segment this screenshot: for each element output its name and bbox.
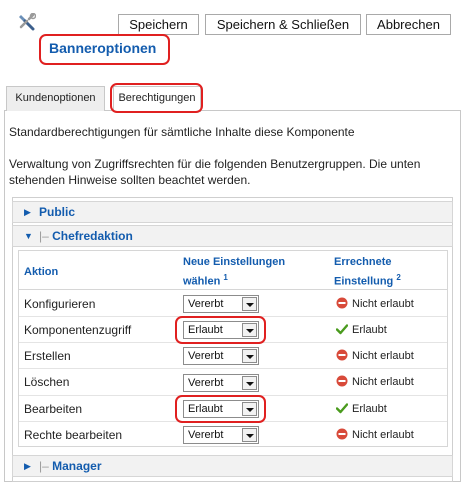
column-header-new-setting: Neue Einstellungen wählen 1 bbox=[183, 256, 286, 288]
row-action-label: Rechte bearbeiten bbox=[24, 428, 123, 442]
save-button[interactable]: Speichern bbox=[118, 14, 199, 35]
row-divider bbox=[19, 421, 447, 422]
chevron-down-icon bbox=[242, 376, 257, 390]
group-name: |– Chefredaktion bbox=[39, 229, 133, 243]
column-header-action: Aktion bbox=[24, 266, 59, 278]
group-chefredaktion[interactable]: ▼ |– Chefredaktion bbox=[12, 225, 453, 247]
row-action-label: Erstellen bbox=[24, 349, 71, 363]
expand-right-icon: ▶ bbox=[24, 207, 31, 217]
setting-select[interactable]: Vererbt bbox=[183, 426, 259, 444]
row-divider bbox=[19, 368, 447, 369]
row-divider bbox=[19, 342, 447, 343]
cancel-button[interactable]: Abbrechen bbox=[366, 14, 451, 35]
allowed-check-icon bbox=[336, 403, 348, 414]
setting-select[interactable]: Vererbt bbox=[183, 374, 259, 392]
not-allowed-icon bbox=[336, 428, 348, 440]
group-name: |– Manager bbox=[39, 459, 102, 473]
save-close-button[interactable]: Speichern & Schließen bbox=[205, 14, 361, 35]
group-manager[interactable]: ▶ |– Manager bbox=[12, 455, 453, 477]
column-header-calculated: Errechnete Einstellung 2 bbox=[334, 256, 401, 288]
not-allowed-icon bbox=[336, 297, 348, 309]
row-action-label: Löschen bbox=[24, 375, 70, 389]
not-allowed-icon bbox=[336, 349, 348, 361]
setting-select[interactable]: Vererbt bbox=[183, 347, 259, 365]
tab-berechtigungen[interactable]: Berechtigungen bbox=[113, 86, 201, 112]
expand-down-icon: ▼ bbox=[24, 231, 33, 241]
row-action-label: Konfigurieren bbox=[24, 297, 96, 311]
allowed-check-icon bbox=[336, 324, 348, 335]
setting-select[interactable]: Vererbt bbox=[183, 295, 259, 313]
expand-right-icon: ▶ bbox=[24, 461, 31, 471]
setting-select[interactable]: Erlaubt bbox=[183, 400, 259, 418]
description-groups: Verwaltung von Zugriffsrechten für die f… bbox=[9, 157, 421, 187]
description-default: Standardberechtigungen für sämtliche Inh… bbox=[9, 125, 355, 139]
chevron-down-icon bbox=[242, 428, 257, 442]
chevron-down-icon bbox=[242, 349, 257, 363]
row-divider bbox=[19, 316, 447, 317]
group-name: Public bbox=[39, 205, 76, 219]
table-header-divider bbox=[19, 289, 447, 290]
row-action-label: Komponentenzugriff bbox=[24, 323, 132, 337]
row-divider bbox=[19, 395, 447, 396]
chevron-down-icon bbox=[242, 297, 257, 311]
group-public[interactable]: ▶ Public bbox=[12, 201, 453, 223]
setting-select[interactable]: Erlaubt bbox=[183, 321, 259, 339]
tools-icon bbox=[19, 13, 36, 31]
tab-kundenoptionen[interactable]: Kundenoptionen bbox=[6, 86, 105, 111]
page-title: Banneroptionen bbox=[49, 40, 157, 56]
chevron-down-icon bbox=[242, 402, 257, 416]
row-action-label: Bearbeiten bbox=[24, 402, 83, 416]
chevron-down-icon bbox=[242, 323, 257, 337]
not-allowed-icon bbox=[336, 375, 348, 387]
